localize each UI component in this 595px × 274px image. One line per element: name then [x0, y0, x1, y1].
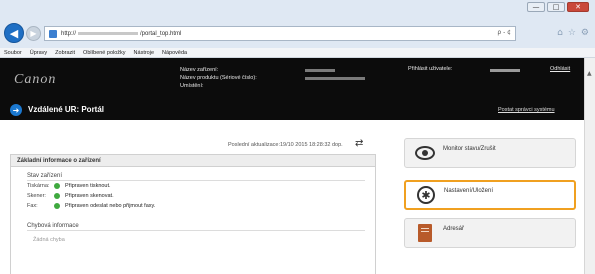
url-redacted — [78, 32, 139, 35]
scroll-up-icon[interactable]: ▲ — [587, 70, 592, 77]
panel-title: Základní informace o zařízení — [11, 155, 375, 167]
menu-bar: Soubor Úpravy Zobrazit Oblíbené položky … — [0, 48, 595, 58]
page-icon — [49, 29, 57, 38]
device-name-label: Název zařízení: — [180, 67, 219, 73]
address-book-label: Adresář — [443, 226, 465, 232]
status-row-printer: Tiskárna: Připraven tisknout. — [27, 181, 375, 191]
portal-icon: ➜ — [10, 104, 22, 116]
star-icon[interactable]: ☆ — [568, 28, 576, 38]
menu-item-edit[interactable]: Úpravy — [30, 50, 47, 56]
address-tools[interactable]: ρ - ¢ — [497, 29, 511, 36]
status-monitor-label: Monitor stavu/Zrušit — [443, 146, 496, 152]
error-value: Žádná chyba — [33, 237, 65, 243]
page-title: Vzdálené UR: Portál — [28, 105, 105, 114]
status-row-scanner: Skener: Připraven skenovat. — [27, 191, 375, 201]
status-value: Připraven skenovat. — [65, 193, 114, 199]
address-bar[interactable]: http:// /portal_top.html ρ - ¢ — [44, 26, 516, 41]
status-value: Připraven tisknout. — [65, 183, 111, 189]
browser-titlebar: — □ ✕ — [0, 0, 595, 20]
product-name-label: Název produktu (Sériové číslo): — [180, 75, 257, 81]
back-arrow-icon: ◀ — [9, 26, 19, 40]
status-label: Tiskárna: — [27, 183, 50, 189]
gear-icon[interactable]: ⚙ — [581, 28, 589, 38]
device-info-labels: Název zařízení: Název produktu (Sériové … — [180, 66, 257, 90]
login-label: Přihlásit uživatele: — [408, 66, 453, 72]
maximize-button[interactable]: □ — [547, 2, 565, 12]
menu-item-help[interactable]: Nápověda — [162, 50, 187, 56]
address-book-icon — [415, 223, 435, 243]
minimize-button[interactable]: — — [527, 2, 545, 12]
forward-arrow-icon: ▶ — [30, 29, 37, 38]
close-button[interactable]: ✕ — [567, 2, 589, 12]
page-scrollbar[interactable]: ▲ — [584, 58, 595, 274]
status-value: Připraven odeslat nebo přijmout faxy. — [65, 203, 156, 209]
status-label: Fax: — [27, 203, 38, 209]
browser-navbar: ◀ ▶ http:// /portal_top.html ρ - ¢ ⌂ ☆ ⚙ — [0, 20, 595, 48]
device-name-value — [305, 69, 335, 72]
status-section-title: Stav zařízení — [27, 173, 365, 181]
menu-item-tools[interactable]: Nástroje — [134, 50, 154, 56]
back-button[interactable]: ◀ — [4, 23, 24, 43]
menu-item-view[interactable]: Zobrazit — [55, 50, 75, 56]
device-info-panel: Základní informace o zařízení Stav zaříz… — [10, 154, 376, 274]
device-status-section: Stav zařízení Tiskárna: Připraven tiskno… — [11, 173, 375, 243]
error-section-title: Chybová informace — [27, 223, 365, 231]
forward-button[interactable]: ▶ — [26, 26, 41, 41]
settings-registration-label: Nastavení/Uložení — [444, 188, 494, 194]
home-icon[interactable]: ⌂ — [557, 28, 563, 38]
last-update-text: Poslední aktualizace:19/10 2015 18:28:32… — [228, 142, 343, 148]
tools-icon: ✱ — [416, 185, 436, 205]
url-path: /portal_top.html — [140, 30, 182, 37]
location-label: Umístění: — [180, 83, 204, 89]
menu-item-favorites[interactable]: Oblíbené položky — [83, 50, 126, 56]
status-monitor-button[interactable]: Monitor stavu/Zrušit — [404, 138, 576, 168]
status-row-fax: Fax: Připraven odeslat nebo přijmout fax… — [27, 201, 375, 211]
login-user-value — [490, 69, 520, 72]
browser-toolbar-icons: ⌂ ☆ ⚙ — [557, 28, 589, 38]
brand-logo: Canon — [14, 72, 57, 87]
address-book-button[interactable]: Adresář — [404, 218, 576, 248]
logout-link[interactable]: Odhlásit — [550, 66, 570, 72]
device-info-values — [305, 66, 365, 80]
window-controls: — □ ✕ — [527, 2, 589, 12]
eye-icon — [415, 143, 435, 163]
status-ok-icon — [54, 183, 60, 189]
url-prefix: http:// — [61, 30, 77, 37]
menu-item-file[interactable]: Soubor — [4, 50, 22, 56]
settings-registration-button[interactable]: ✱ Nastavení/Uložení — [404, 180, 576, 210]
status-ok-icon — [54, 193, 60, 199]
status-ok-icon — [54, 203, 60, 209]
contact-admin-link[interactable]: Postat správci systému — [498, 107, 555, 113]
status-label: Skener: — [27, 193, 46, 199]
portal-header: Canon Název zařízení: Název produktu (Sé… — [0, 58, 584, 120]
product-name-value — [305, 77, 365, 80]
refresh-icon[interactable]: ⇄ — [355, 138, 363, 149]
